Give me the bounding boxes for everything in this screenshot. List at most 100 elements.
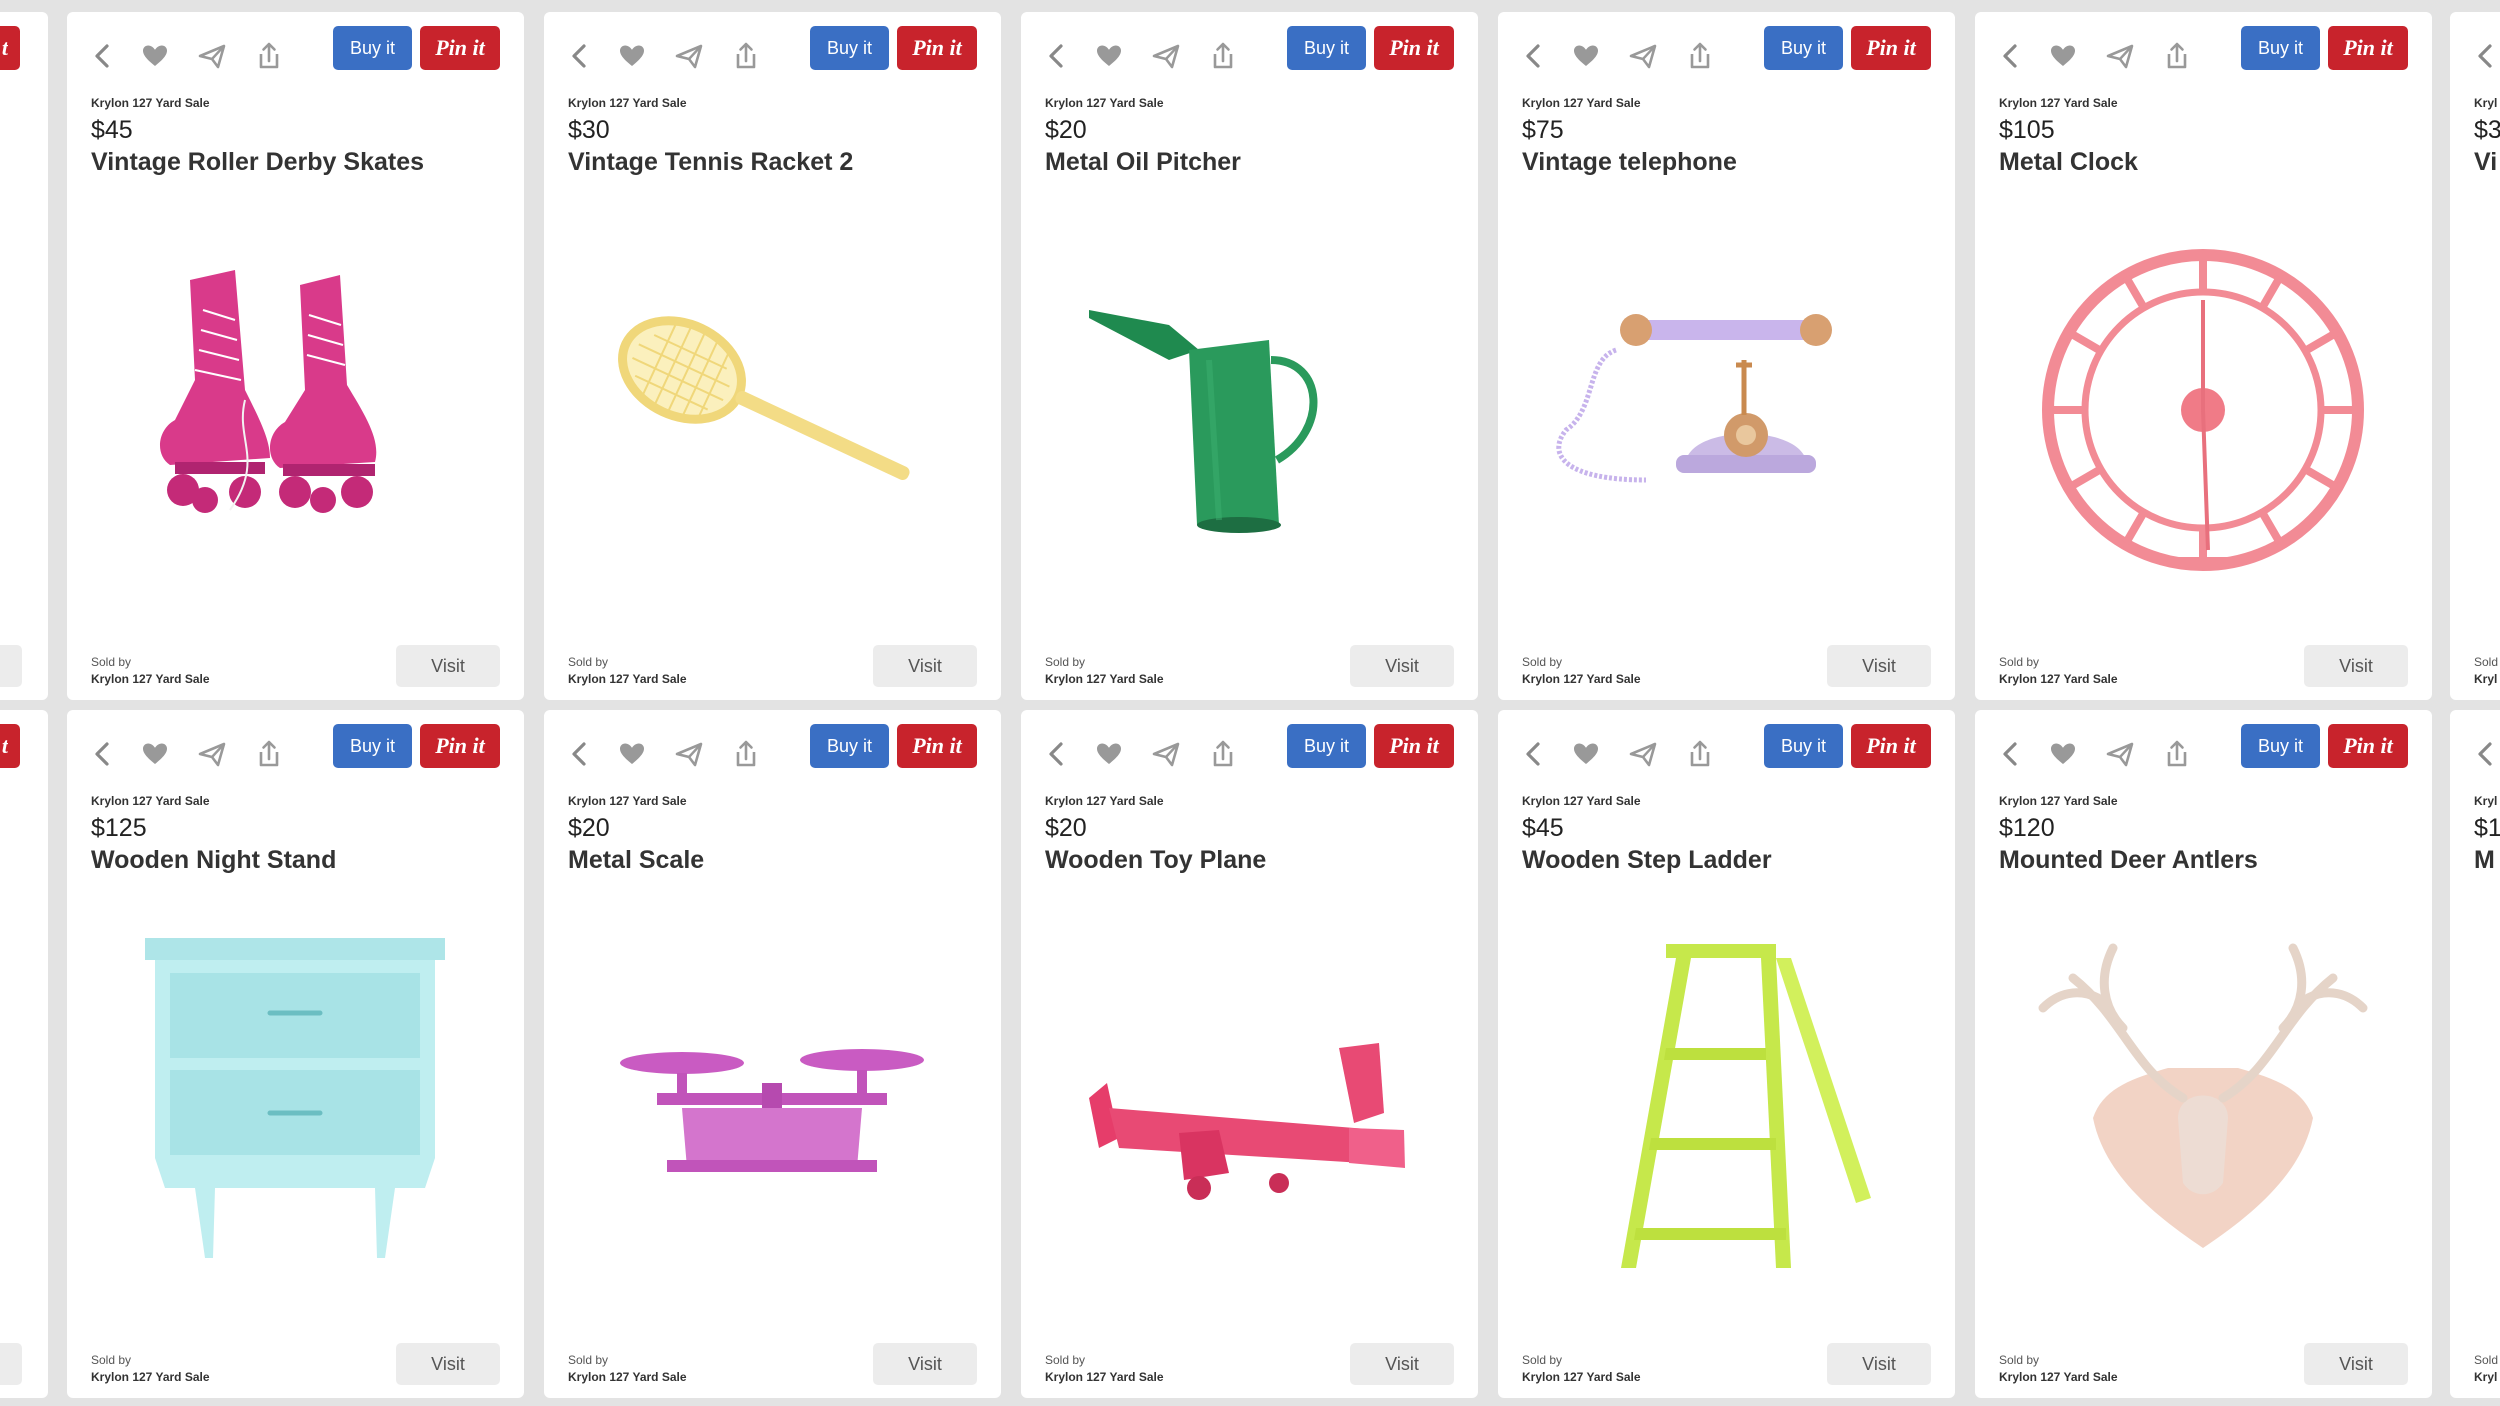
heart-icon[interactable] xyxy=(2043,36,2083,76)
product-title[interactable]: Metal Clock xyxy=(1999,148,2138,177)
buy-it-button[interactable]: Buy it xyxy=(333,26,412,70)
share-icon[interactable] xyxy=(1203,36,1243,76)
visit-button[interactable] xyxy=(0,1343,22,1385)
step-ladder-image[interactable] xyxy=(1526,898,1926,1318)
buy-it-button[interactable]: Buy it xyxy=(1764,724,1843,768)
heart-icon[interactable] xyxy=(1089,36,1129,76)
product-title[interactable]: Wooden Toy Plane xyxy=(1045,846,1266,875)
visit-button[interactable] xyxy=(0,645,22,687)
send-icon[interactable] xyxy=(669,734,709,774)
metal-scale-image[interactable] xyxy=(572,898,972,1318)
visit-button[interactable]: Visit xyxy=(873,645,977,687)
buy-it-button[interactable]: Buy it xyxy=(1287,26,1366,70)
product-title[interactable]: Wooden Step Ladder xyxy=(1522,846,1772,875)
buy-it-button[interactable]: Buy it xyxy=(810,724,889,768)
share-icon[interactable] xyxy=(249,734,289,774)
buy-it-button[interactable]: Buy it xyxy=(333,724,412,768)
roller-skates-image[interactable] xyxy=(95,200,495,620)
back-icon[interactable] xyxy=(1991,36,2031,76)
deer-antlers-image[interactable] xyxy=(2003,898,2403,1318)
send-icon[interactable] xyxy=(1146,734,1186,774)
product-title[interactable]: Wooden Night Stand xyxy=(91,846,336,875)
telephone-image[interactable] xyxy=(1526,200,1926,620)
send-icon[interactable] xyxy=(192,734,232,774)
share-icon[interactable] xyxy=(1680,734,1720,774)
visit-button[interactable]: Visit xyxy=(1350,645,1454,687)
send-icon[interactable] xyxy=(1146,36,1186,76)
product-card[interactable]: Buy it Pin it Krylon 127 Yard Sale $120 … xyxy=(1975,710,2432,1398)
visit-button[interactable]: Visit xyxy=(396,645,500,687)
heart-icon[interactable] xyxy=(1566,734,1606,774)
heart-icon[interactable] xyxy=(612,36,652,76)
back-icon[interactable] xyxy=(560,36,600,76)
send-icon[interactable] xyxy=(1623,36,1663,76)
pin-it-button[interactable]: t xyxy=(0,26,20,70)
back-icon[interactable] xyxy=(83,734,123,774)
visit-button[interactable]: Visit xyxy=(396,1343,500,1385)
product-card[interactable]: Buy it Pin it Krylon 127 Yard Sale $75 V… xyxy=(1498,12,1955,700)
product-card[interactable]: Buy it Pin it Krylon 127 Yard Sale $20 M… xyxy=(1021,12,1478,700)
heart-icon[interactable] xyxy=(612,734,652,774)
heart-icon[interactable] xyxy=(1566,36,1606,76)
visit-button[interactable]: Visit xyxy=(873,1343,977,1385)
share-icon[interactable] xyxy=(726,36,766,76)
pin-it-button[interactable]: Pin it xyxy=(1374,26,1454,70)
heart-icon[interactable] xyxy=(2043,734,2083,774)
heart-icon[interactable] xyxy=(135,734,175,774)
back-icon[interactable] xyxy=(1037,36,1077,76)
product-title[interactable]: M xyxy=(2474,846,2495,875)
back-icon[interactable] xyxy=(2466,36,2500,76)
pin-it-button[interactable]: Pin it xyxy=(1374,724,1454,768)
visit-button[interactable]: Visit xyxy=(1827,1343,1931,1385)
pin-it-button[interactable]: t xyxy=(0,724,20,768)
pin-it-button[interactable]: Pin it xyxy=(897,724,977,768)
back-icon[interactable] xyxy=(2466,734,2500,774)
product-title[interactable]: Mounted Deer Antlers xyxy=(1999,846,2258,875)
oil-pitcher-image[interactable] xyxy=(1049,200,1449,620)
back-icon[interactable] xyxy=(560,734,600,774)
product-card[interactable]: Buy it Pin it Krylon 127 Yard Sale $125 … xyxy=(67,710,524,1398)
product-card[interactable]: Buy it Pin it Krylon 127 Yard Sale $20 W… xyxy=(1021,710,1478,1398)
product-title[interactable]: Vi xyxy=(2474,148,2497,177)
buy-it-button[interactable]: Buy it xyxy=(1287,724,1366,768)
buy-it-button[interactable]: Buy it xyxy=(2241,724,2320,768)
pin-it-button[interactable]: Pin it xyxy=(2328,724,2408,768)
pin-it-button[interactable]: Pin it xyxy=(420,724,500,768)
back-icon[interactable] xyxy=(1514,734,1554,774)
send-icon[interactable] xyxy=(1623,734,1663,774)
heart-icon[interactable] xyxy=(1089,734,1129,774)
product-card[interactable]: Buy it Pin it Krylon 127 Yard Sale $30 V… xyxy=(544,12,1001,700)
share-icon[interactable] xyxy=(249,36,289,76)
visit-button[interactable]: Visit xyxy=(2304,645,2408,687)
heart-icon[interactable] xyxy=(135,36,175,76)
product-card[interactable]: Buy it Pin it Krylon 127 Yard Sale $45 W… xyxy=(1498,710,1955,1398)
product-card[interactable]: Buy it Pin it Krylon 127 Yard Sale $105 … xyxy=(1975,12,2432,700)
visit-button[interactable]: Visit xyxy=(2304,1343,2408,1385)
send-icon[interactable] xyxy=(669,36,709,76)
visit-button[interactable]: Visit xyxy=(1350,1343,1454,1385)
buy-it-button[interactable]: Buy it xyxy=(810,26,889,70)
metal-clock-image[interactable] xyxy=(2003,200,2403,620)
pin-it-button[interactable]: Pin it xyxy=(1851,26,1931,70)
product-card[interactable]: Buy it Pin it Krylon 127 Yard Sale $45 V… xyxy=(67,12,524,700)
night-stand-image[interactable] xyxy=(95,898,495,1318)
pin-it-button[interactable]: Pin it xyxy=(2328,26,2408,70)
back-icon[interactable] xyxy=(1991,734,2031,774)
tennis-racket-image[interactable] xyxy=(572,200,972,620)
pin-it-button[interactable]: Pin it xyxy=(897,26,977,70)
pin-it-button[interactable]: Pin it xyxy=(420,26,500,70)
back-icon[interactable] xyxy=(83,36,123,76)
product-title[interactable]: Metal Oil Pitcher xyxy=(1045,148,1241,177)
product-title[interactable]: Vintage Tennis Racket 2 xyxy=(568,148,853,177)
share-icon[interactable] xyxy=(726,734,766,774)
share-icon[interactable] xyxy=(1203,734,1243,774)
pin-it-button[interactable]: Pin it xyxy=(1851,724,1931,768)
visit-button[interactable]: Visit xyxy=(1827,645,1931,687)
send-icon[interactable] xyxy=(192,36,232,76)
product-title[interactable]: Vintage Roller Derby Skates xyxy=(91,148,424,177)
share-icon[interactable] xyxy=(1680,36,1720,76)
send-icon[interactable] xyxy=(2100,36,2140,76)
back-icon[interactable] xyxy=(1037,734,1077,774)
product-card[interactable]: Buy it Pin it Krylon 127 Yard Sale $20 M… xyxy=(544,710,1001,1398)
product-title[interactable]: Vintage telephone xyxy=(1522,148,1737,177)
